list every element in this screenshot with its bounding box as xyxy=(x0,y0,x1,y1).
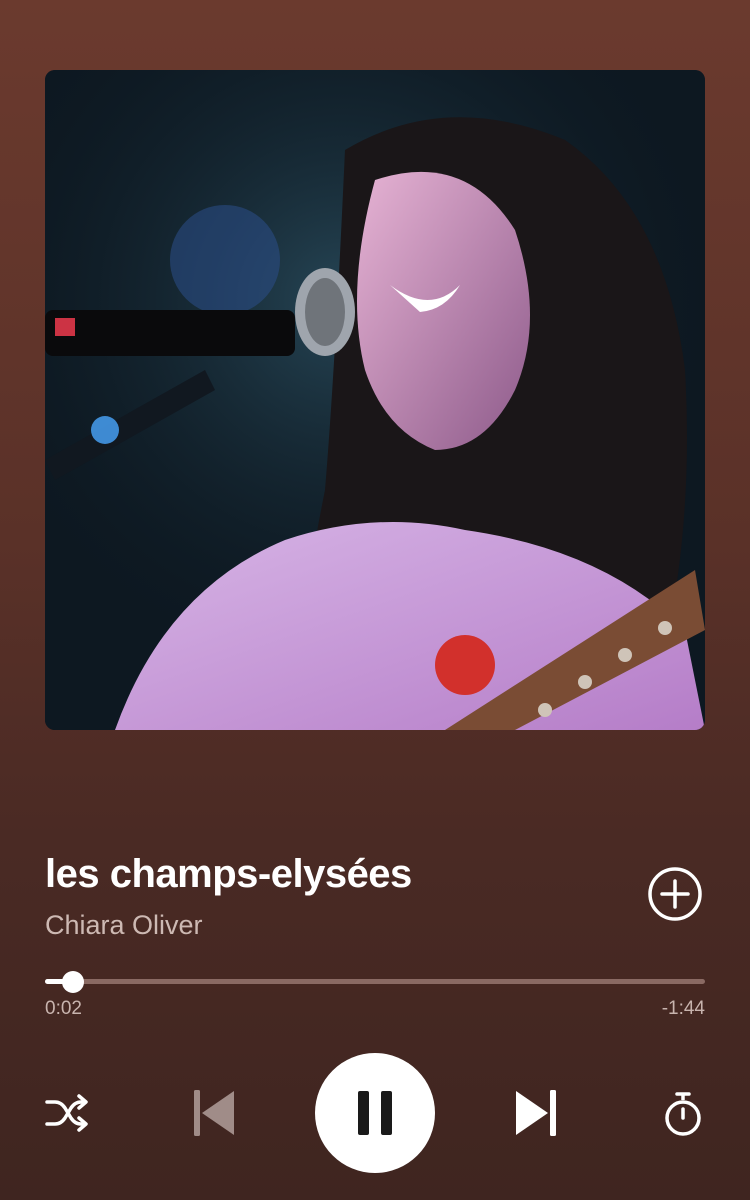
remaining-time: -1:44 xyxy=(661,998,705,1019)
shuffle-button[interactable] xyxy=(42,1090,92,1136)
artist-name[interactable]: Chiara Oliver xyxy=(45,910,203,941)
pause-icon xyxy=(358,1091,392,1135)
elapsed-time: 0:02 xyxy=(45,998,82,1019)
skip-next-icon xyxy=(516,1090,556,1136)
skip-previous-icon xyxy=(194,1090,234,1136)
previous-button[interactable] xyxy=(188,1086,240,1140)
progress-handle[interactable] xyxy=(61,971,84,993)
artwork-image xyxy=(45,70,705,730)
next-button[interactable] xyxy=(510,1086,562,1140)
sleep-timer-button[interactable] xyxy=(658,1088,708,1140)
shuffle-icon xyxy=(45,1094,88,1132)
album-artwork xyxy=(45,70,705,730)
add-circle-icon xyxy=(648,867,702,921)
progress-track xyxy=(45,979,705,984)
add-to-library-button[interactable] xyxy=(647,866,703,922)
progress-bar[interactable] xyxy=(45,970,705,994)
sleep-timer-icon xyxy=(665,1092,701,1136)
pause-button[interactable] xyxy=(315,1053,435,1173)
track-title: les champs-elysées xyxy=(45,852,412,896)
